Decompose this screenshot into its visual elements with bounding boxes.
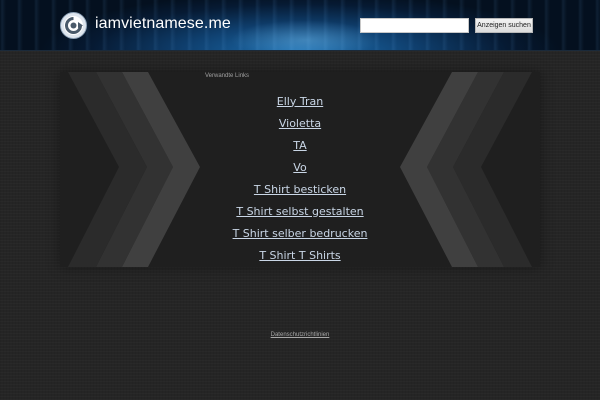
chevron-decoration-left — [68, 72, 200, 267]
list-item: Vo — [200, 156, 400, 178]
related-link[interactable]: TA — [293, 139, 306, 152]
list-item: Elly Tran — [200, 90, 400, 112]
related-link[interactable]: T Shirt besticken — [254, 183, 346, 196]
search-button[interactable]: Anzeigen suchen — [475, 18, 533, 33]
list-item: TA — [200, 134, 400, 156]
list-item: T Shirt selbst gestalten — [200, 200, 400, 222]
site-title[interactable]: iamvietnamese.me — [95, 15, 231, 33]
related-link[interactable]: T Shirt selbst gestalten — [236, 205, 363, 218]
chevron-decoration-right — [400, 72, 532, 267]
related-link[interactable]: Vo — [293, 161, 306, 174]
circular-arrow-logo-icon[interactable] — [60, 12, 87, 39]
list-item: T Shirt besticken — [200, 178, 400, 200]
related-link[interactable]: T Shirt T Shirts — [259, 249, 340, 262]
list-item: T Shirt T Shirts — [200, 244, 400, 266]
list-item: Violetta — [200, 112, 400, 134]
header-glow — [230, 20, 380, 50]
related-links-list: Elly Tran Violetta TA Vo T Shirt bestick… — [200, 90, 400, 266]
privacy-policy-link[interactable]: Datenschutzrichtlinien — [271, 332, 330, 338]
related-link[interactable]: Violetta — [279, 117, 321, 130]
related-link[interactable]: Elly Tran — [277, 95, 323, 108]
search-input[interactable] — [360, 18, 469, 33]
footer: Datenschutzrichtlinien — [0, 321, 600, 340]
related-links-heading: Verwandte Links — [205, 73, 250, 79]
header-bar: iamvietnamese.me Anzeigen suchen — [0, 0, 600, 51]
list-item: T Shirt selber bedrucken — [200, 222, 400, 244]
related-link[interactable]: T Shirt selber bedrucken — [233, 227, 368, 240]
